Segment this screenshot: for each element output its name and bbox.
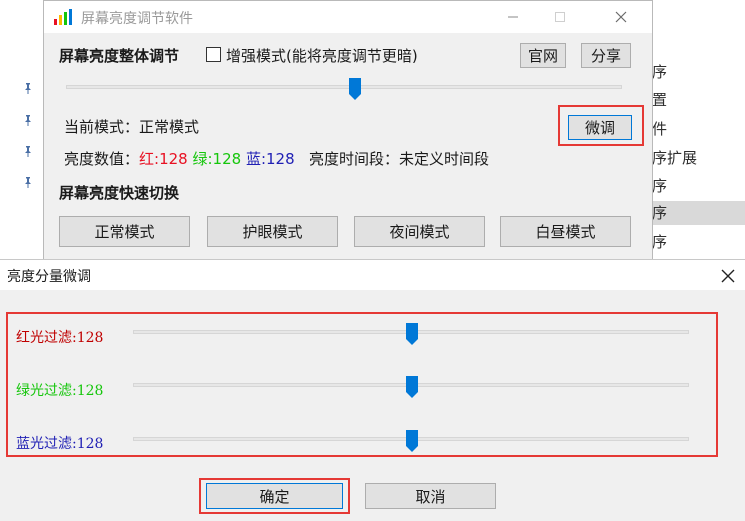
blue-filter-label: 蓝光过滤:128 xyxy=(16,436,104,452)
quick-switch-title: 屏幕亮度快速切换 xyxy=(59,184,180,202)
list-item[interactable]: 序扩展 xyxy=(650,146,745,170)
brightness-values-text: 亮度数值：红:128 绿:128 蓝:128 亮度时间段：未定义时间段 xyxy=(64,150,489,168)
pin-icon[interactable] xyxy=(22,114,34,126)
pin-icon[interactable] xyxy=(22,82,34,94)
dialog-title: 亮度分量微调 xyxy=(7,269,91,285)
list-item[interactable]: 序 xyxy=(650,60,745,84)
night-mode-button[interactable]: 夜间模式 xyxy=(354,216,485,247)
list-item-selected[interactable]: 序 xyxy=(650,201,745,225)
title-bar[interactable]: 屏幕亮度调节软件 xyxy=(44,1,652,33)
fine-tune-button[interactable]: 微调 xyxy=(568,115,632,140)
list-item[interactable]: 序 xyxy=(650,174,745,198)
official-site-button[interactable]: 官网 xyxy=(520,43,566,68)
maximize-icon[interactable] xyxy=(549,6,571,28)
blue-value: 蓝:128 xyxy=(245,150,295,168)
current-mode-text: 当前模式：正常模式 xyxy=(64,118,200,136)
overall-adjust-title: 屏幕亮度整体调节 xyxy=(59,47,180,65)
share-button[interactable]: 分享 xyxy=(581,43,631,68)
period-value: 未定义时间段 xyxy=(398,150,489,168)
minimize-icon[interactable] xyxy=(502,6,524,28)
enhance-mode-label[interactable]: 增强模式(能将亮度调节更暗) xyxy=(226,45,418,66)
brightness-slider-thumb[interactable] xyxy=(349,78,362,100)
blue-filter-thumb[interactable] xyxy=(406,430,419,452)
ok-button[interactable]: 确定 xyxy=(206,483,343,509)
explorer-quick-access-pane xyxy=(0,0,44,260)
fine-tune-dialog: 亮度分量微调 红光过滤:128 绿光过滤:128 蓝光过滤:128 确定 取消 xyxy=(0,259,745,521)
red-filter-label: 红光过滤:128 xyxy=(16,330,104,346)
normal-mode-button[interactable]: 正常模式 xyxy=(59,216,190,247)
list-item[interactable]: 序 xyxy=(650,230,745,254)
enhance-mode-checkbox[interactable] xyxy=(206,47,221,62)
dialog-title-bar[interactable]: 亮度分量微调 xyxy=(0,260,745,290)
list-item[interactable]: 件 xyxy=(650,117,745,141)
list-item[interactable]: 置 xyxy=(650,88,745,112)
current-mode-value: 正常模式 xyxy=(139,118,200,136)
eye-care-mode-button[interactable]: 护眼模式 xyxy=(207,216,338,247)
window-title: 屏幕亮度调节软件 xyxy=(81,11,193,27)
close-icon[interactable] xyxy=(720,268,736,284)
brightness-main-window: 屏幕亮度调节软件 屏幕亮度整体调节 增强模式(能将亮度调节更暗) 官网 分享 当… xyxy=(43,0,653,262)
pin-icon[interactable] xyxy=(22,176,34,188)
brightness-slider-track[interactable] xyxy=(66,85,622,89)
red-value: 红:128 xyxy=(139,150,188,168)
green-value: 绿:128 xyxy=(192,150,242,168)
green-filter-label: 绿光过滤:128 xyxy=(16,383,104,399)
daylight-mode-button[interactable]: 白昼模式 xyxy=(500,216,631,247)
explorer-file-list: 序 置 件 序扩展 序 序 序 xyxy=(650,60,745,260)
red-filter-thumb[interactable] xyxy=(406,323,419,345)
green-filter-thumb[interactable] xyxy=(406,376,419,398)
cancel-button[interactable]: 取消 xyxy=(365,483,496,509)
close-icon[interactable] xyxy=(610,6,632,28)
bar-chart-app-icon xyxy=(53,8,73,26)
pin-icon[interactable] xyxy=(22,145,34,157)
